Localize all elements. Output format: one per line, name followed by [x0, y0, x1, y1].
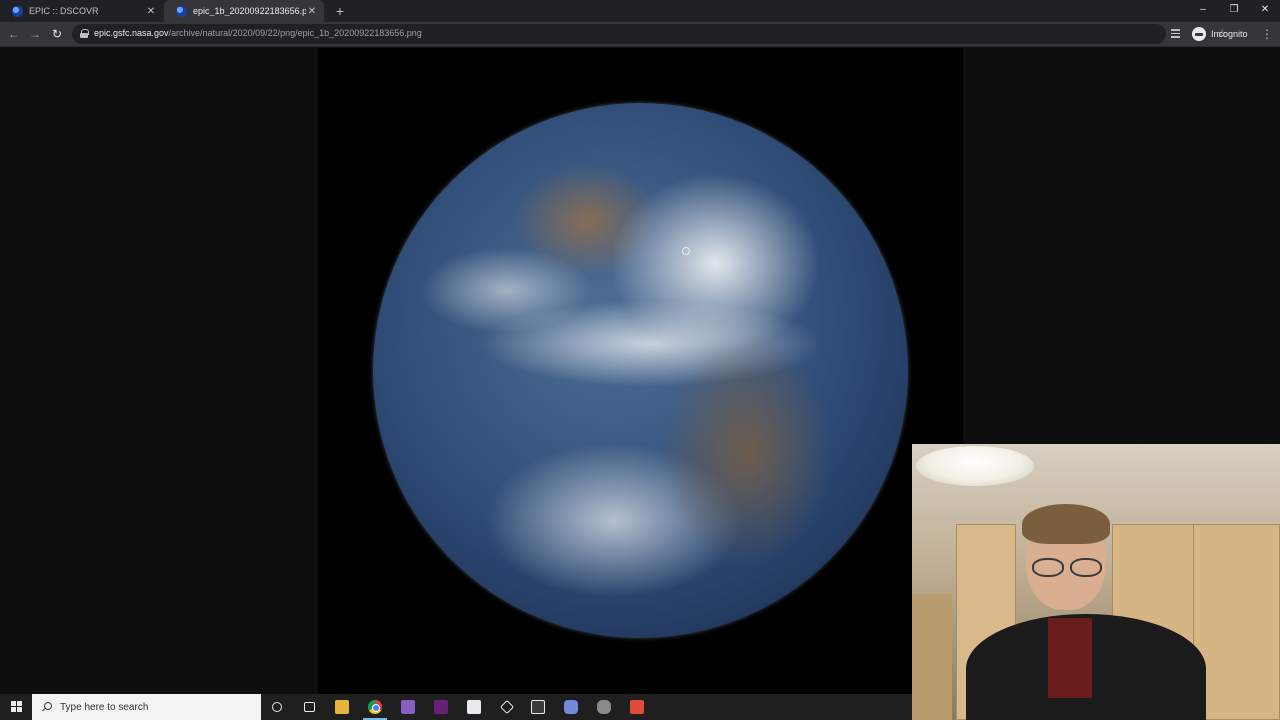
chrome-icon — [368, 700, 382, 714]
url-path: /archive/natural/2020/09/22/png/epic_1b_… — [168, 28, 422, 38]
tab-label: epic_1b_20200922183656.png (2 — [193, 6, 306, 16]
earth-image[interactable] — [318, 48, 963, 694]
unity-button-2[interactable] — [522, 694, 554, 720]
gimp-icon — [597, 700, 611, 714]
visual-studio-button[interactable] — [392, 694, 424, 720]
search-icon — [42, 702, 52, 712]
address-bar[interactable]: epic.gsfc.nasa.gov/archive/natural/2020/… — [72, 24, 1227, 44]
tab-strip: EPIC :: DSCOVR ✕ epic_1b_20200922183656.… — [0, 0, 1280, 22]
ceiling-lamp — [916, 446, 1034, 486]
windows-taskbar: Type here to search — [0, 694, 912, 720]
presenter-glasses — [1032, 558, 1102, 577]
cortana-button[interactable] — [261, 694, 293, 720]
close-tab-icon[interactable]: ✕ — [306, 6, 318, 17]
file-explorer-icon — [335, 700, 349, 714]
visual-studio-icon — [401, 700, 415, 714]
forward-button[interactable]: → — [27, 26, 43, 42]
visual-studio-icon — [434, 700, 448, 714]
unity-icon — [499, 699, 515, 715]
gimp-button[interactable] — [588, 694, 620, 720]
incognito-label: Incognito — [1211, 29, 1248, 39]
windows-logo-icon — [11, 701, 22, 712]
search-placeholder: Type here to search — [60, 701, 149, 713]
start-button[interactable] — [0, 694, 32, 720]
nasa-favicon-icon — [176, 5, 187, 17]
minimize-button[interactable]: – — [1188, 0, 1218, 22]
task-view-icon — [303, 702, 315, 712]
unity-hub-icon — [467, 700, 481, 714]
unity-button[interactable] — [491, 694, 523, 720]
unity-icon — [531, 700, 545, 714]
app-button[interactable] — [621, 694, 653, 720]
close-tab-icon[interactable]: ✕ — [145, 6, 157, 17]
reading-list-icon[interactable] — [1171, 29, 1184, 39]
app-icon — [630, 700, 644, 714]
lock-icon[interactable] — [80, 29, 89, 38]
reload-button[interactable]: ↻ — [49, 26, 65, 42]
new-tab-button[interactable]: + — [331, 2, 349, 20]
earth-globe — [373, 103, 908, 638]
zoom-cursor-icon — [682, 247, 690, 255]
discord-icon — [564, 700, 578, 714]
shelf — [912, 594, 952, 720]
presenter-shirt — [1048, 618, 1092, 698]
presenter — [966, 504, 1206, 720]
file-explorer-button[interactable] — [326, 694, 358, 720]
visual-studio-button-2[interactable] — [425, 694, 457, 720]
task-view-button[interactable] — [293, 694, 325, 720]
browser-menu-button[interactable]: ⋮ — [1261, 27, 1273, 41]
presenter-webcam — [912, 444, 1280, 720]
close-window-button[interactable]: ✕ — [1250, 0, 1280, 22]
browser-toolbar: ← → ↻ epic.gsfc.nasa.gov/archive/natural… — [0, 22, 1280, 47]
chrome-button[interactable] — [359, 694, 391, 720]
back-button[interactable]: ← — [6, 26, 22, 42]
tab-epic-image[interactable]: epic_1b_20200922183656.png (2 ✕ — [164, 0, 324, 22]
discord-button[interactable] — [555, 694, 587, 720]
incognito-profile[interactable]: Incognito — [1192, 26, 1248, 42]
url-host: epic.gsfc.nasa.gov — [94, 28, 169, 38]
taskbar-search-box[interactable]: Type here to search — [32, 694, 261, 720]
tab-epic-dscovr[interactable]: EPIC :: DSCOVR ✕ — [0, 0, 163, 22]
unity-hub-button[interactable] — [458, 694, 490, 720]
url-text[interactable]: epic.gsfc.nasa.gov/archive/natural/2020/… — [94, 28, 422, 38]
presenter-hair — [1022, 504, 1110, 544]
restore-button[interactable]: ❐ — [1219, 0, 1249, 22]
cortana-icon — [272, 702, 282, 712]
tab-label: EPIC :: DSCOVR — [29, 6, 99, 16]
incognito-icon — [1192, 27, 1206, 41]
nasa-favicon-icon — [12, 5, 23, 17]
